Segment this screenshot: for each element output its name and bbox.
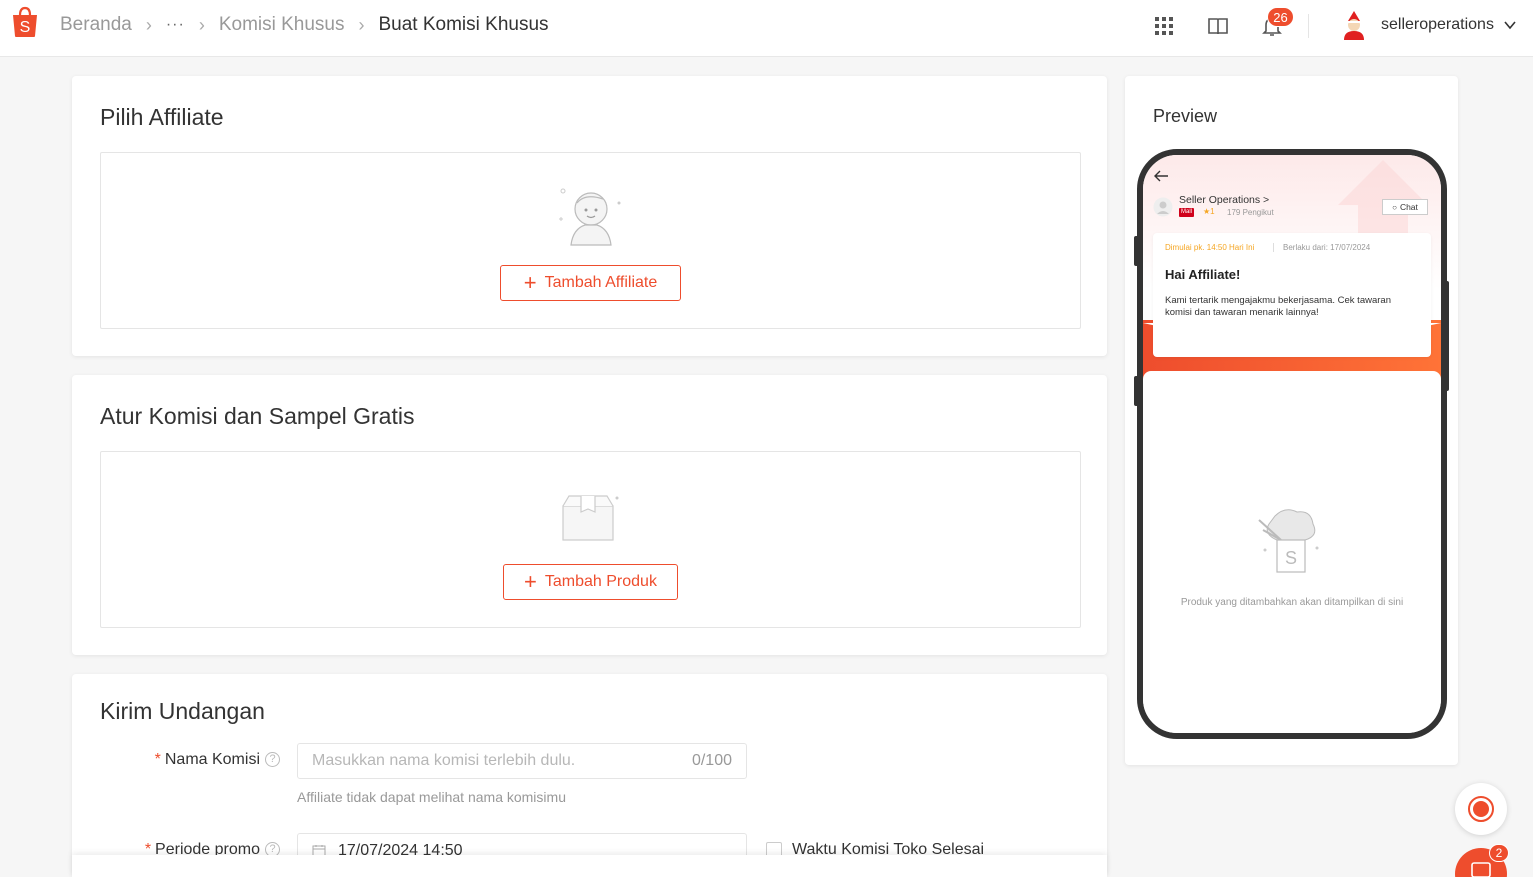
valid-from: Berlaku dari: 17/07/2024	[1283, 243, 1371, 252]
product-empty-box: + Tambah Produk	[100, 451, 1081, 628]
commission-card: Atur Komisi dan Sampel Gratis + Tambah P…	[72, 375, 1107, 655]
rating: ★1	[1203, 207, 1215, 216]
affiliate-empty-box: + Tambah Affiliate	[100, 152, 1081, 329]
plus-icon: +	[523, 270, 537, 295]
add-product-label: Tambah Produk	[544, 573, 657, 590]
product-list-area: S Produk yang ditambahkan akan ditampilk…	[1143, 371, 1441, 733]
invite-card: Kirim Undangan * Nama Komisi? Masukkan na…	[72, 674, 1107, 877]
chevron-right-icon: ›	[198, 14, 205, 35]
breadcrumb-current: Buat Komisi Khusus	[378, 14, 549, 35]
empty-products-text: Produk yang ditambahkan akan ditampilkan…	[1180, 597, 1404, 608]
shop-avatar-icon	[1153, 197, 1173, 217]
chat-icon: ○	[1392, 202, 1397, 212]
chevron-right-icon: ›	[145, 14, 152, 35]
chevron-right-icon: ›	[358, 14, 365, 35]
commission-section-title: Atur Komisi dan Sampel Gratis	[100, 403, 415, 429]
commission-name-placeholder: Masukkan nama komisi terlebih dulu.	[312, 752, 576, 769]
invite-section-title: Kirim Undangan	[100, 698, 265, 724]
followers-count: 179 Pengikut	[1227, 208, 1274, 217]
notification-badge: 26	[1267, 7, 1294, 27]
divider	[1273, 243, 1274, 252]
plus-icon: +	[524, 569, 537, 594]
preview-card: Preview Seller Operations > Mall ★1 179 …	[1125, 76, 1458, 765]
back-arrow-icon[interactable]	[1153, 169, 1169, 183]
avatar[interactable]	[1340, 9, 1368, 41]
floating-support-button[interactable]	[1455, 783, 1507, 835]
chat-badge: 2	[1489, 844, 1509, 862]
apps-grid-icon[interactable]	[1152, 14, 1176, 38]
mall-badge: Mall	[1179, 208, 1195, 217]
breadcrumb: Beranda › ··· › Komisi Khusus › Buat Kom…	[60, 14, 549, 36]
chat-button[interactable]: ○ Chat	[1382, 199, 1428, 215]
svg-text:S: S	[20, 19, 31, 36]
wave-decoration	[1143, 323, 1441, 340]
breadcrumb-komisi-khusus[interactable]: Komisi Khusus	[219, 14, 345, 36]
affiliate-card: Pilih Affiliate + Tambah Affiliate	[72, 76, 1107, 356]
chevron-down-icon[interactable]	[1503, 18, 1517, 32]
affiliate-section-title: Pilih Affiliate	[100, 104, 224, 130]
start-time: Dimulai pk. 14:50 Hari Ini	[1165, 243, 1255, 252]
invitation-message: Kami tertarik mengajakmu bekerjasama. Ce…	[1165, 295, 1391, 318]
message-icon	[1471, 862, 1491, 877]
footer-bar	[72, 855, 1107, 877]
box-illustration-icon	[562, 495, 619, 541]
breadcrumb-ellipsis[interactable]: ···	[166, 16, 185, 34]
commission-name-input[interactable]: Masukkan nama komisi terlebih dulu. 0/10…	[297, 743, 747, 779]
empty-product-illustration-icon: S	[1258, 509, 1319, 573]
add-affiliate-label: Tambah Affiliate	[544, 274, 658, 291]
help-icon[interactable]: ?	[265, 752, 280, 768]
book-icon[interactable]	[1206, 14, 1230, 38]
shop-name[interactable]: Seller Operations >	[1179, 194, 1269, 206]
add-product-button[interactable]: + Tambah Produk	[503, 564, 678, 600]
svg-text:S: S	[1285, 548, 1297, 568]
greeting: Hai Affiliate!	[1165, 267, 1241, 282]
breadcrumb-home[interactable]: Beranda	[60, 14, 132, 36]
shopee-logo[interactable]: S	[10, 6, 40, 38]
commission-name-label: * Nama Komisi?	[132, 751, 280, 769]
required-mark: *	[154, 751, 161, 768]
username[interactable]: selleroperations	[1381, 16, 1494, 34]
top-bar: S Beranda › ··· › Komisi Khusus › Buat K…	[0, 0, 1533, 57]
commission-name-label-text: Nama Komisi	[164, 751, 260, 768]
chat-label: Chat	[1399, 202, 1418, 212]
preview-title: Preview	[1153, 106, 1218, 126]
phone-mockup: Seller Operations > Mall ★1 179 Pengikut…	[1137, 149, 1447, 739]
arrow-decoration-icon	[1338, 160, 1428, 235]
character-count: 0/100	[691, 752, 732, 769]
add-affiliate-button[interactable]: + Tambah Affiliate	[500, 265, 681, 301]
chat-bubble-icon	[1468, 796, 1494, 822]
commission-name-hint: Affiliate tidak dapat melihat nama komis…	[297, 789, 566, 805]
person-illustration-icon	[559, 188, 621, 246]
divider	[1308, 14, 1309, 38]
